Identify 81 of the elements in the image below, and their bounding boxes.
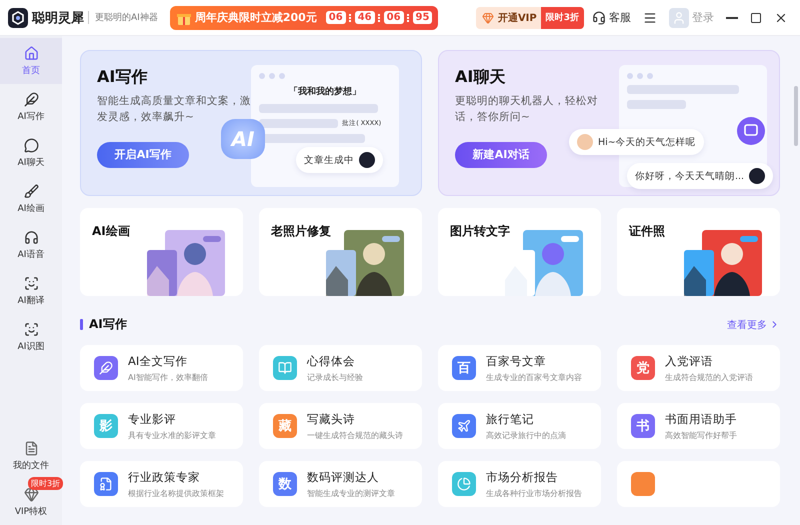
promo-text: 周年庆典限时立减200元 xyxy=(194,10,317,25)
tool-name: 百家号文章 xyxy=(486,354,547,368)
sidebar-item[interactable]: 首页 xyxy=(0,38,62,84)
tool-name: 市场分析报告 xyxy=(486,470,559,484)
tool-name: 数码评测达人 xyxy=(307,470,380,484)
sidebar-item[interactable]: 限时3折 VIP特权 xyxy=(0,479,62,525)
tool-description: 一键生成符合规范的藏头诗 xyxy=(307,430,403,440)
sidebar-item[interactable]: AI聊天 xyxy=(0,130,62,176)
tool-name: 入党评语 xyxy=(665,354,714,368)
discount-badge: 限时3折 xyxy=(540,6,584,28)
tool-card[interactable]: 党 入党评语 生成符合规范的入党评语 xyxy=(617,345,780,391)
card-title: 图片转文字 xyxy=(450,224,510,238)
tool-description: 生成符合规范的入党评语 xyxy=(665,372,753,382)
countdown-digits: 06 xyxy=(384,11,404,24)
countdown-digits: 46 xyxy=(354,11,375,24)
tool-description: 高效记录旅行中的点滴 xyxy=(486,430,566,440)
sidebar-item[interactable]: AI语音 xyxy=(0,222,62,268)
ai-badge: AI xyxy=(221,119,265,159)
tool-description: 记录成长与经验 xyxy=(307,372,363,382)
answer-bubble: 你好呀，今天天气晴朗... xyxy=(627,163,774,189)
sidebar-item[interactable]: 我的文件 xyxy=(0,433,62,479)
countdown-digits: 06 xyxy=(326,11,346,24)
tool-card[interactable]: 藏 写藏头诗 一键生成符合规范的藏头诗 xyxy=(259,403,422,449)
tool-description: 具有专业水准的影评文章 xyxy=(128,430,216,440)
glyph-icon: 百 xyxy=(452,356,476,380)
tool-card[interactable]: 旅行笔记 高效记录旅行中的点滴 xyxy=(438,403,601,449)
feature-card[interactable]: 图片转文字 xyxy=(438,208,601,296)
card-description: 更聪明的聊天机器人，轻松对话，答你所问~ xyxy=(455,94,599,125)
tool-name: 心得体会 xyxy=(307,354,356,368)
app-name: 聪明灵犀 xyxy=(32,10,84,26)
sidebar-item[interactable]: AI绘画 xyxy=(0,176,62,222)
discount-badge: 限时3折 xyxy=(28,477,64,490)
glyph-icon: 数 xyxy=(273,472,297,496)
tool-description: 高效智能写作好帮手 xyxy=(665,430,737,440)
card-title: 老照片修复 xyxy=(271,224,331,238)
view-more-link[interactable]: 查看更多 xyxy=(727,318,780,332)
tool-name: 旅行笔记 xyxy=(486,412,535,426)
card-title: AI绘画 xyxy=(92,224,130,238)
card-title: 证件照 xyxy=(629,224,665,238)
tool-name: AI全文写作 xyxy=(128,354,188,368)
sidebar-item[interactable]: AI识图 xyxy=(0,314,62,360)
status-bubble: 文章生成中 xyxy=(296,147,383,173)
app-tagline: 更聪明的AI神器 xyxy=(88,11,158,24)
tool-description: 生成各种行业市场分析报告 xyxy=(486,488,582,498)
tool-card[interactable]: 心得体会 记录成长与经验 xyxy=(259,345,422,391)
countdown-digits: 95 xyxy=(412,11,432,24)
tool-description: 根据行业名称提供政策框架 xyxy=(128,488,224,498)
glyph-icon: 党 xyxy=(631,356,655,380)
feature-card[interactable]: AI聊天 更聪明的聊天机器人，轻松对话，答你所问~ 新建AI对话 Hi~今天的天气怎样呢 你好呀，今天天气晴朗... xyxy=(438,50,780,196)
section-title: AI写作 xyxy=(89,316,127,333)
start-button[interactable]: 新建AI对话 xyxy=(455,142,547,168)
document-title: 「我和我的梦想」 xyxy=(288,85,362,98)
tool-description: 智能生成专业的测评文章 xyxy=(307,488,395,498)
tool-description: 生成专业的百家号文章内容 xyxy=(486,372,582,382)
card-title: AI写作 xyxy=(97,67,148,88)
tool-card[interactable]: 市场分析报告 生成各种行业市场分析报告 xyxy=(438,461,601,507)
tool-description: AI智能写作，效率翻倍 xyxy=(128,372,208,382)
tool-name: 行业政策专家 xyxy=(128,470,201,484)
tool-card[interactable]: 书 书面用语助手 高效智能写作好帮手 xyxy=(617,403,780,449)
tool-name: 专业影评 xyxy=(128,412,177,426)
vip-button[interactable]: 开通VIP 限时3折 xyxy=(476,6,584,28)
tool-card[interactable]: 数 数码评测达人 智能生成专业的测评文章 xyxy=(259,461,422,507)
tool-card[interactable]: AI全文写作 AI智能写作，效率翻倍 xyxy=(80,345,243,391)
tool-card[interactable]: 影 专业影评 具有专业水准的影评文章 xyxy=(80,403,243,449)
glyph-icon: 藏 xyxy=(273,414,297,438)
tool-card[interactable]: 行业政策专家 根据行业名称提供政策框架 xyxy=(80,461,243,507)
tool-name: 写藏头诗 xyxy=(307,412,356,426)
sidebar-item[interactable]: AI写作 xyxy=(0,84,62,130)
glyph-icon: 书 xyxy=(631,414,655,438)
card-title: AI聊天 xyxy=(455,67,506,88)
feature-card[interactable]: AI绘画 xyxy=(80,208,243,296)
feature-card[interactable]: 老照片修复 xyxy=(259,208,422,296)
tool-name: 书面用语助手 xyxy=(665,412,737,426)
service-button[interactable]: 客服 xyxy=(588,10,635,25)
glyph-icon: 影 xyxy=(94,414,118,438)
sidebar-item[interactable]: AI翻译 xyxy=(0,268,62,314)
start-button[interactable]: 开启AI写作 xyxy=(97,142,189,168)
feature-card[interactable]: 证件照 xyxy=(617,208,780,296)
promo-banner[interactable]: 周年庆典限时立减200元 06 46 06 95 xyxy=(170,6,438,30)
question-bubble: Hi~今天的天气怎样呢 xyxy=(569,129,704,155)
tool-card[interactable]: 百 百家号文章 生成专业的百家号文章内容 xyxy=(438,345,601,391)
